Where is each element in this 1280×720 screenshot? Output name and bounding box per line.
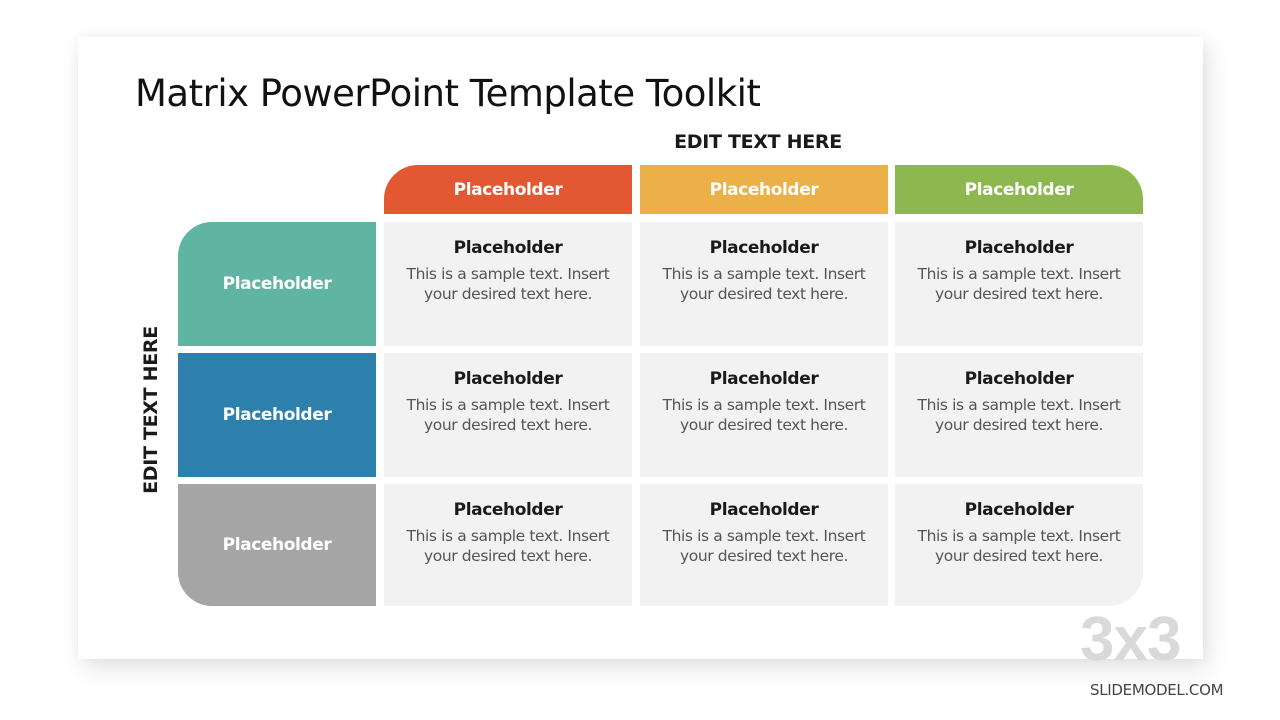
- cell-title: Placeholder: [964, 238, 1074, 258]
- cell-title: Placeholder: [709, 369, 819, 389]
- row-header-label: Placeholder: [222, 274, 332, 294]
- cell-title: Placeholder: [453, 369, 563, 389]
- cell-body: This is a sample text. Insert your desir…: [917, 527, 1121, 565]
- column-header-label: Placeholder: [964, 179, 1074, 200]
- cell-body: This is a sample text. Insert your desir…: [406, 527, 610, 565]
- brand-label: SLIDEMODEL.COM: [1090, 681, 1224, 699]
- column-header-label: Placeholder: [709, 179, 819, 200]
- cell-title: Placeholder: [709, 500, 819, 520]
- row-header-1: Placeholder: [178, 222, 376, 346]
- cell-body: This is a sample text. Insert your desir…: [406, 396, 610, 434]
- column-header-1: Placeholder: [384, 165, 632, 214]
- cell-title: Placeholder: [453, 500, 563, 520]
- slide-title: Matrix PowerPoint Template Toolkit: [135, 72, 761, 115]
- cell-title: Placeholder: [964, 500, 1074, 520]
- cell-title: Placeholder: [709, 238, 819, 258]
- column-header-3: Placeholder: [895, 165, 1143, 214]
- cell-body: This is a sample text. Insert your desir…: [917, 396, 1121, 434]
- matrix-cell: Placeholder This is a sample text. Inser…: [640, 222, 888, 346]
- matrix-cell: Placeholder This is a sample text. Inser…: [895, 353, 1143, 477]
- matrix-cell: Placeholder This is a sample text. Inser…: [384, 484, 632, 606]
- column-header-label: Placeholder: [453, 179, 563, 200]
- row-header-3: Placeholder: [178, 484, 376, 606]
- column-header-2: Placeholder: [640, 165, 888, 214]
- top-axis-label: EDIT TEXT HERE: [674, 131, 842, 153]
- cell-title: Placeholder: [453, 238, 563, 258]
- matrix-cell: Placeholder This is a sample text. Inser…: [384, 353, 632, 477]
- matrix-cell: Placeholder This is a sample text. Inser…: [640, 353, 888, 477]
- matrix-cell: Placeholder This is a sample text. Inser…: [895, 222, 1143, 346]
- row-header-2: Placeholder: [178, 353, 376, 477]
- matrix-cell: Placeholder This is a sample text. Inser…: [640, 484, 888, 606]
- cell-body: This is a sample text. Insert your desir…: [662, 527, 866, 565]
- matrix-cell: Placeholder This is a sample text. Inser…: [384, 222, 632, 346]
- matrix-cell: Placeholder This is a sample text. Inser…: [895, 484, 1143, 606]
- row-header-label: Placeholder: [222, 405, 332, 425]
- row-header-label: Placeholder: [222, 535, 332, 555]
- cell-body: This is a sample text. Insert your desir…: [662, 396, 866, 434]
- cell-body: This is a sample text. Insert your desir…: [917, 265, 1121, 303]
- cell-title: Placeholder: [964, 369, 1074, 389]
- cell-body: This is a sample text. Insert your desir…: [406, 265, 610, 303]
- cell-body: This is a sample text. Insert your desir…: [662, 265, 866, 303]
- side-axis-label: EDIT TEXT HERE: [140, 326, 162, 494]
- matrix-size-watermark: 3x3: [1080, 605, 1181, 674]
